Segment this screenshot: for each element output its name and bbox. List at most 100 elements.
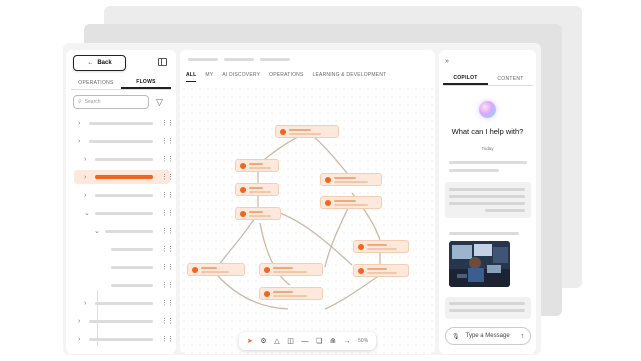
chevron-right-icon[interactable]: ›: [78, 318, 80, 325]
drag-handle-icon[interactable]: ⋮⋮: [161, 300, 174, 307]
tab-content[interactable]: CONTENT: [488, 72, 533, 85]
flow-node[interactable]: [187, 263, 245, 276]
chevron-down-icon[interactable]: ⌄: [94, 227, 100, 235]
breadcrumb-item[interactable]: [260, 58, 290, 61]
sidebar-toggle-icon[interactable]: [158, 58, 167, 66]
tree-row[interactable]: › ⋮⋮: [74, 296, 174, 310]
flow-node[interactable]: [320, 173, 382, 186]
flow-canvas[interactable]: [180, 85, 435, 354]
tab-ai-discovery[interactable]: AI DISCOVERY: [222, 72, 260, 82]
document-icon[interactable]: ◫: [287, 337, 294, 345]
node-subtitle-line: [367, 272, 397, 274]
tab-operations[interactable]: OPERATIONS: [71, 76, 121, 89]
drag-handle-icon[interactable]: ⋮⋮: [161, 192, 174, 199]
tab-learning-development[interactable]: LEARNING & DEVELOPMENT: [313, 72, 387, 82]
tree-row[interactable]: ⋮⋮: [74, 242, 174, 256]
flow-node[interactable]: [235, 159, 279, 172]
drag-handle-icon[interactable]: ⋮⋮: [161, 228, 174, 235]
node-status-dot: [358, 268, 364, 274]
arrow-right-icon[interactable]: →: [344, 338, 351, 345]
chevron-right-icon[interactable]: ›: [78, 138, 80, 145]
tab-flows[interactable]: FLOWS: [121, 76, 171, 89]
tree-row[interactable]: ⌄ ⋮⋮: [74, 206, 174, 220]
node-subtitle-line: [249, 167, 271, 169]
tree-row[interactable]: ⋮⋮: [74, 260, 174, 274]
tab-operations[interactable]: OPERATIONS: [269, 72, 303, 82]
drag-handle-icon[interactable]: ⋮⋮: [161, 174, 174, 181]
chevron-right-icon[interactable]: ›: [84, 300, 86, 307]
node-title-line: [201, 267, 217, 269]
message-line: [449, 302, 525, 305]
back-button[interactable]: ← Back: [73, 55, 126, 71]
tree-guide-line: [97, 290, 98, 346]
flow-node[interactable]: [353, 264, 409, 277]
breadcrumb-item[interactable]: [224, 58, 254, 61]
drag-handle-icon[interactable]: ⋮⋮: [161, 138, 174, 145]
drag-handle-icon[interactable]: ⋮⋮: [161, 120, 174, 127]
node-status-dot: [264, 291, 270, 297]
chevron-right-icon[interactable]: ›: [84, 192, 86, 199]
breadcrumb: [188, 58, 290, 61]
node-status-dot: [192, 267, 198, 273]
flow-node[interactable]: [275, 125, 339, 138]
flow-node[interactable]: [259, 263, 323, 276]
tree-row[interactable]: ⋮⋮: [74, 278, 174, 292]
tree-row[interactable]: › ⋮⋮: [74, 116, 174, 130]
drag-handle-icon[interactable]: ⋮⋮: [161, 246, 174, 253]
tree-row[interactable]: ⌄ ⋮⋮: [74, 224, 174, 238]
tab-my[interactable]: MY: [205, 72, 213, 82]
chevron-right-icon[interactable]: ›: [78, 120, 80, 127]
breadcrumb-item[interactable]: [188, 58, 218, 61]
message-bubble: [445, 182, 531, 218]
drag-handle-icon[interactable]: ⋮⋮: [161, 264, 174, 271]
tree-row-label: [95, 193, 153, 197]
message-bubble: [445, 297, 531, 319]
arrow-left-icon: ←: [87, 60, 94, 66]
send-icon[interactable]: ↑: [521, 333, 525, 340]
message-input[interactable]: 🎙 Type a Message ↑: [445, 327, 531, 345]
node-title-line: [334, 200, 356, 202]
drag-handle-icon[interactable]: ⋮⋮: [161, 336, 174, 343]
tab-copilot[interactable]: COPILOT: [443, 72, 488, 85]
settings-icon[interactable]: ⚙: [260, 337, 266, 345]
drag-handle-icon[interactable]: ⋮⋮: [161, 210, 174, 217]
drag-handle-icon[interactable]: ⋮⋮: [161, 282, 174, 289]
flow-node[interactable]: [259, 287, 323, 300]
chevron-right-icon[interactable]: ›: [84, 156, 86, 163]
chevron-down-icon[interactable]: ⌄: [84, 209, 90, 217]
flow-node[interactable]: [320, 196, 382, 209]
tree-row[interactable]: › ⋮⋮: [74, 170, 174, 184]
drag-handle-icon[interactable]: ⋮⋮: [161, 156, 174, 163]
date-divider: Today: [481, 146, 494, 151]
drag-handle-icon[interactable]: ⋮⋮: [161, 318, 174, 325]
tree-row[interactable]: › ⋮⋮: [74, 314, 174, 328]
flow-node[interactable]: [235, 207, 281, 220]
filter-icon[interactable]: ▽: [156, 98, 163, 107]
minus-icon[interactable]: —: [301, 338, 308, 345]
attached-photo[interactable]: [449, 241, 510, 287]
zoom-level[interactable]: 50%: [358, 338, 368, 344]
connect-icon[interactable]: ⋒: [330, 337, 336, 345]
tree-row[interactable]: › ⋮⋮: [74, 152, 174, 166]
flow-node[interactable]: [353, 240, 409, 253]
tree-row-label: [89, 319, 153, 323]
search-input[interactable]: ⚲ Search: [73, 95, 149, 109]
chevron-right-icon[interactable]: ›: [84, 174, 86, 181]
tab-all[interactable]: ALL: [186, 72, 197, 82]
stack-icon[interactable]: △: [274, 337, 279, 345]
tree-row[interactable]: › ⋮⋮: [74, 188, 174, 202]
search-placeholder: Search: [84, 99, 101, 105]
pointer-icon[interactable]: ➤: [247, 337, 253, 345]
node-status-dot: [240, 163, 246, 169]
tree-row-label: [111, 265, 153, 269]
collapse-panel-icon[interactable]: »: [445, 58, 449, 65]
left-sidebar: ← Back OPERATIONS FLOWS ⚲ Search ▽ › ⋮⋮ › ⋮…: [66, 50, 176, 354]
tree-row[interactable]: › ⋮⋮: [74, 332, 174, 346]
copilot-orb-icon: [479, 101, 496, 118]
copy-icon[interactable]: ❏: [316, 337, 322, 345]
chevron-right-icon[interactable]: ›: [78, 336, 80, 343]
node-status-dot: [325, 177, 331, 183]
tree-row[interactable]: › ⋮⋮: [74, 134, 174, 148]
flow-node[interactable]: [235, 183, 279, 196]
microphone-icon[interactable]: 🎙: [452, 333, 460, 340]
